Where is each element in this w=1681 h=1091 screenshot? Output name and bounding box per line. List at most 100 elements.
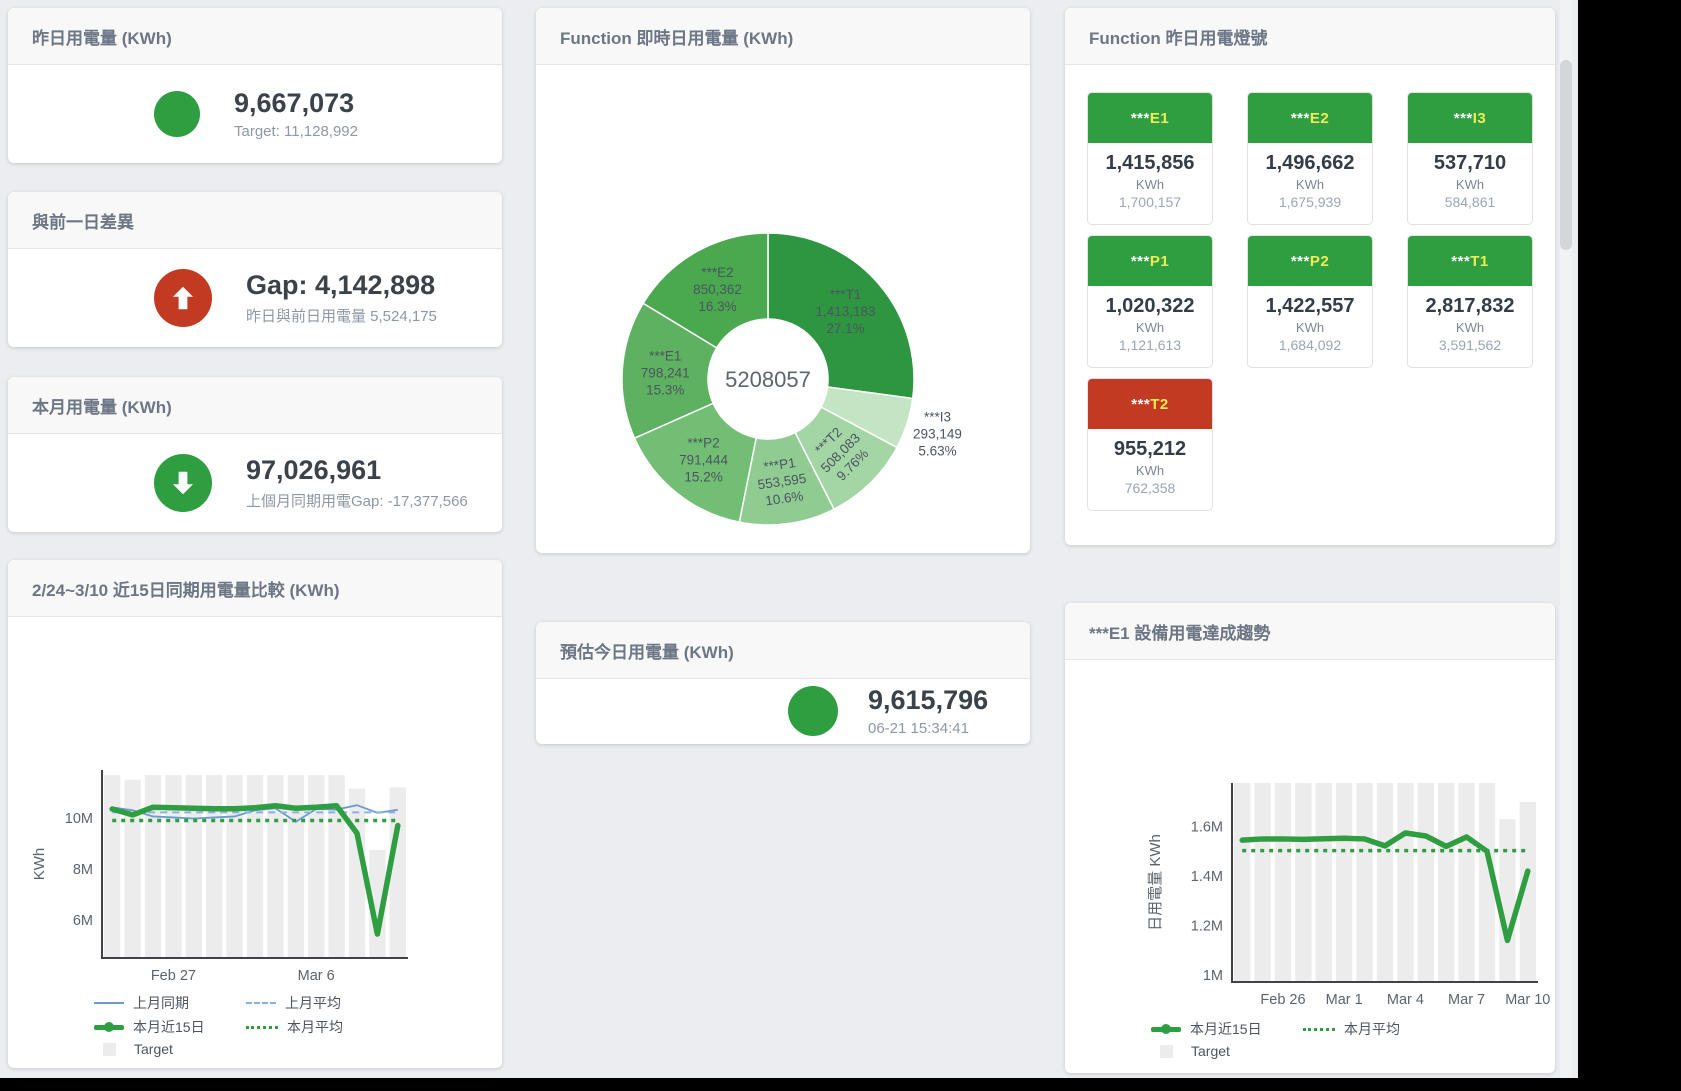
tile-header: ***P2 <box>1248 236 1372 286</box>
stat-text-block: Gap: 4,142,898 昨日與前日用電量 5,524,175 <box>246 270 437 326</box>
tile-target-value: 1,675,939 <box>1248 194 1372 210</box>
target-bar <box>308 775 324 958</box>
x-tick-label: Mar 7 <box>1448 992 1485 1008</box>
legend-swatch-dash-icon <box>246 1002 276 1004</box>
tile-header: ***E2 <box>1248 93 1372 143</box>
card-month-usage: 本月用電量 (KWh) 97,026,961 上個月同期用電Gap: -17,3… <box>8 377 502 532</box>
legend-item[interactable]: Target <box>1151 1043 1303 1059</box>
stat-value: 9,667,073 <box>234 88 358 119</box>
x-tick-label: Mar 10 <box>1505 992 1550 1008</box>
target-bar <box>206 775 222 958</box>
legend-swatch-dots-icon <box>246 1026 278 1029</box>
status-tile-I3[interactable]: ***I3537,710KWh584,861 <box>1407 92 1533 225</box>
tile-stars: *** <box>1131 110 1150 127</box>
status-tile-T1[interactable]: ***T12,817,832KWh3,591,562 <box>1407 235 1533 368</box>
target-bar <box>1234 783 1250 982</box>
target-bar <box>124 780 140 958</box>
stat-subtitle: 昨日與前日用電量 5,524,175 <box>246 305 437 326</box>
target-bar <box>1397 783 1413 982</box>
tile-code: P1 <box>1150 253 1169 270</box>
stat-value: Gap: 4,142,898 <box>246 270 437 301</box>
tile-stars: *** <box>1291 110 1310 127</box>
realtime-usage-donut-chart: ***T11,413,18327.1%***I3293,1495.63%***T… <box>536 65 1030 553</box>
stat-subtitle: 上個月同期用電Gap: -17,377,566 <box>246 490 468 511</box>
y-axis-title: KWh <box>31 848 48 881</box>
legend-item[interactable]: 本月平均 <box>246 1017 398 1037</box>
stat-text-block: 9,667,073 Target: 11,128,992 <box>234 88 358 140</box>
status-tile-E1[interactable]: ***E11,415,856KWh1,700,157 <box>1087 92 1213 225</box>
card-body: Gap: 4,142,898 昨日與前日用電量 5,524,175 <box>8 249 502 347</box>
vertical-scrollbar-thumb[interactable] <box>1560 60 1572 250</box>
target-bar <box>226 775 242 958</box>
target-bar <box>186 775 202 958</box>
target-bar <box>1275 783 1291 982</box>
y-tick-label: 6M <box>73 913 93 929</box>
legend-label: 上月同期 <box>133 993 189 1013</box>
legend-item[interactable]: Target <box>94 1041 246 1057</box>
stat-value: 9,615,796 <box>868 685 988 716</box>
tile-value: 955,212 <box>1088 438 1212 461</box>
card-gap-previous-day: 與前一日差異 Gap: 4,142,898 昨日與前日用電量 5,524,175 <box>8 192 502 347</box>
status-tile-E2[interactable]: ***E21,496,662KWh1,675,939 <box>1247 92 1373 225</box>
tile-stars: *** <box>1451 253 1470 270</box>
tile-code: E1 <box>1150 110 1169 127</box>
legend-item[interactable]: 上月同期 <box>94 993 246 1013</box>
legend-row: 上月同期 上月平均 <box>8 993 502 1013</box>
card-e1-trend-chart: ***E1 設備用電達成趨勢 1.6M1.4M1.2M1MFeb 26Mar 1… <box>1065 603 1555 1073</box>
legend-swatch-square-icon <box>1160 1045 1173 1058</box>
legend-label: 本月近15日 <box>1190 1019 1262 1039</box>
green-status-circle-icon <box>154 91 200 137</box>
legend-item[interactable]: 本月平均 <box>1303 1019 1455 1039</box>
tile-header: ***P1 <box>1088 236 1212 286</box>
legend-label: 本月平均 <box>1344 1019 1400 1039</box>
legend-item[interactable]: 上月平均 <box>246 993 398 1013</box>
target-bar <box>288 775 304 958</box>
card-body: 97,026,961 上個月同期用電Gap: -17,377,566 <box>8 434 502 532</box>
red-up-arrow-icon <box>154 269 212 327</box>
x-tick-label: Feb 27 <box>151 968 196 984</box>
target-bar <box>1418 783 1434 982</box>
tile-header: ***T2 <box>1088 379 1212 429</box>
compare-chart-legend: 上月同期 上月平均本月近15日本月平均 Target <box>8 993 502 1057</box>
middle-column: Function 即時日用電量 (KWh) ***T11,413,18327.1… <box>536 8 1030 744</box>
screen-edge-bottom <box>0 1078 1681 1091</box>
target-bar <box>104 775 120 958</box>
tile-unit: KWh <box>1248 177 1372 192</box>
tile-target-value: 584,861 <box>1408 194 1532 210</box>
legend-row: Target <box>8 1041 502 1057</box>
tile-target-value: 1,700,157 <box>1088 194 1212 210</box>
tile-unit: KWh <box>1088 177 1212 192</box>
tile-target-value: 1,684,092 <box>1248 337 1372 353</box>
card-body: 9,667,073 Target: 11,128,992 <box>8 65 502 163</box>
status-tile-P2[interactable]: ***P21,422,557KWh1,684,092 <box>1247 235 1373 368</box>
tile-header: ***I3 <box>1408 93 1532 143</box>
status-tile-T2[interactable]: ***T2955,212KWh762,358 <box>1087 378 1213 511</box>
card-yesterday-lights: Function 昨日用電燈號 ***E11,415,856KWh1,700,1… <box>1065 8 1555 545</box>
y-axis-title: 日用電量 KWh <box>1147 834 1164 931</box>
tile-target-value: 1,121,613 <box>1088 337 1212 353</box>
tile-stars: *** <box>1131 253 1150 270</box>
target-bar <box>1295 783 1311 982</box>
card-title: 本月用電量 (KWh) <box>8 377 502 434</box>
card-title: 與前一日差異 <box>8 192 502 249</box>
y-tick-label: 1.4M <box>1191 869 1223 885</box>
green-down-arrow-icon <box>154 454 212 512</box>
tile-target-value: 3,591,562 <box>1408 337 1532 353</box>
x-tick-label: Mar 4 <box>1387 992 1424 1008</box>
tile-value: 1,422,557 <box>1248 295 1372 318</box>
legend-item[interactable]: 本月近15日 <box>1151 1019 1303 1039</box>
target-bar <box>1254 783 1270 982</box>
left-column: 昨日用電量 (KWh) 9,667,073 Target: 11,128,992… <box>8 8 502 1068</box>
y-tick-label: 1.6M <box>1191 820 1223 836</box>
donut-slice-label: ***I3293,1495.63% <box>913 409 962 458</box>
card-realtime-donut: Function 即時日用電量 (KWh) ***T11,413,18327.1… <box>536 8 1030 553</box>
tile-unit: KWh <box>1088 463 1212 478</box>
legend-item[interactable]: 本月近15日 <box>94 1017 246 1037</box>
legend-marker-dot <box>104 1022 114 1032</box>
status-tile-P1[interactable]: ***P11,020,322KWh1,121,613 <box>1087 235 1213 368</box>
legend-label: Target <box>134 1041 173 1057</box>
tile-value: 1,020,322 <box>1088 295 1212 318</box>
card-body: 9,615,796 06-21 15:34:41 <box>536 679 1030 743</box>
screen-edge-right <box>1578 0 1681 1091</box>
tile-stars: *** <box>1291 253 1310 270</box>
